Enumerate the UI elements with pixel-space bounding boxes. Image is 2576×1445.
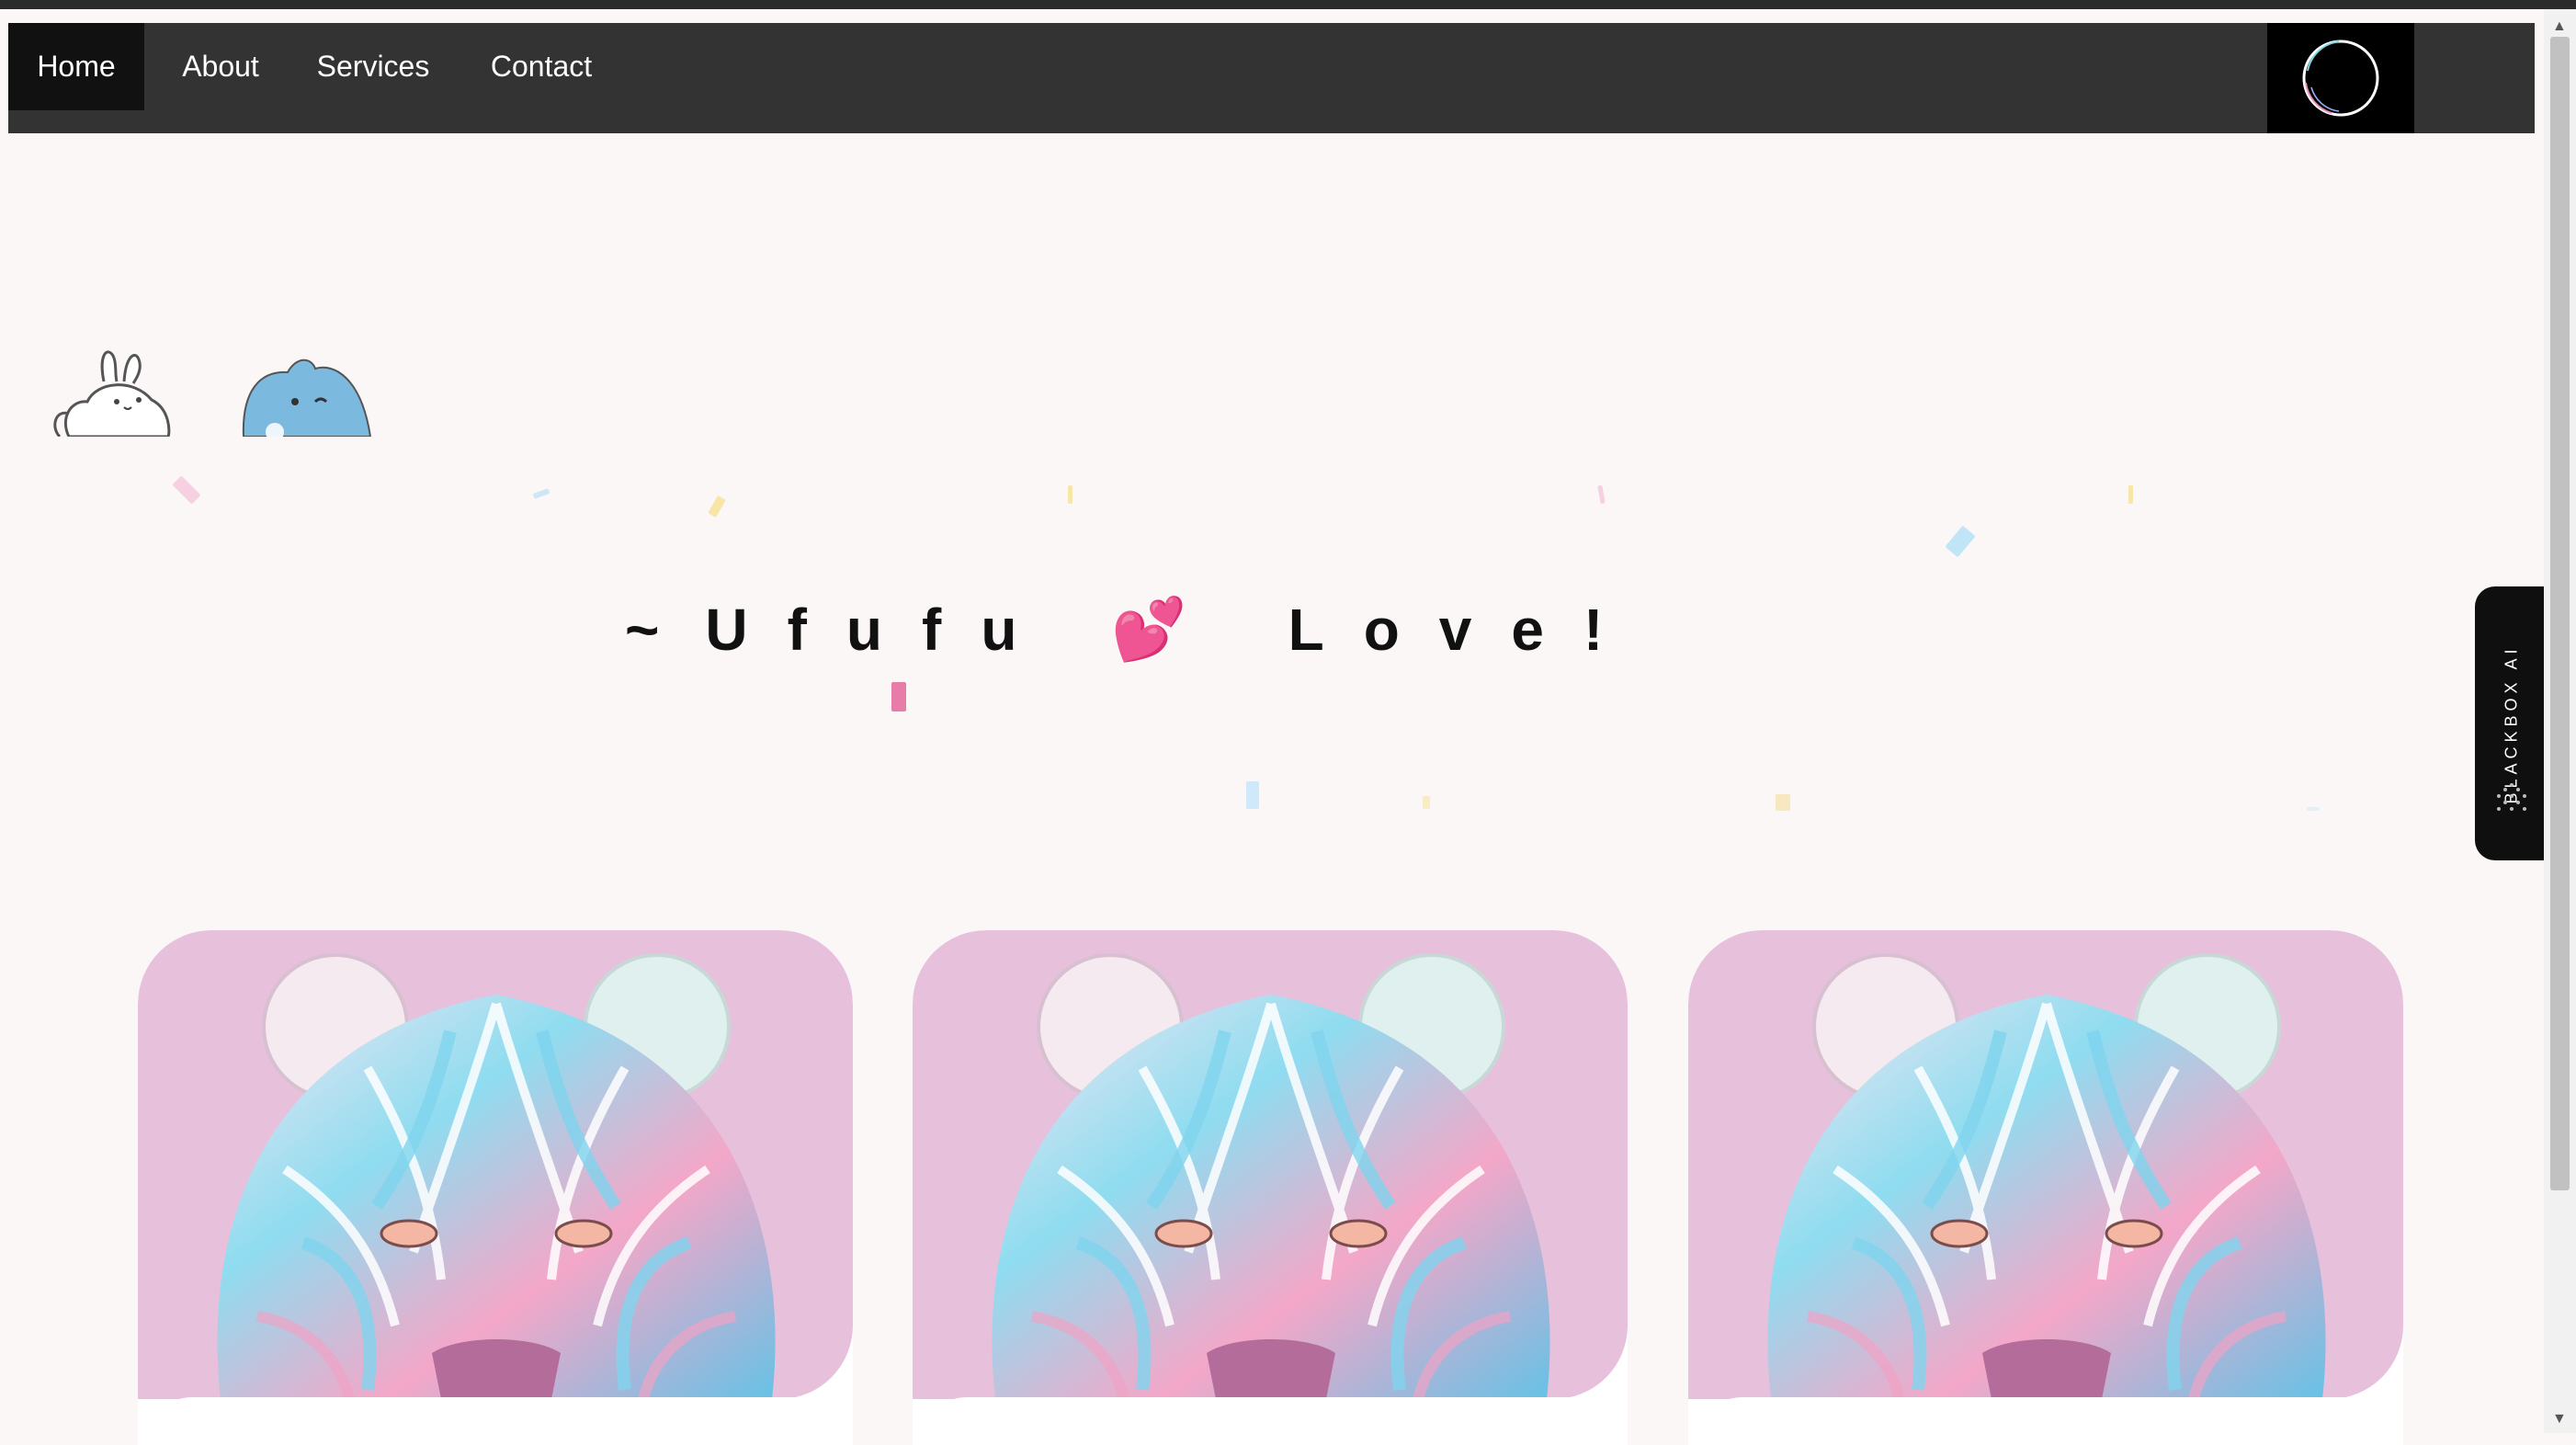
cat-mascot [242, 358, 372, 437]
hero-title: ~ Ufufu 💕 Love! [625, 588, 1642, 671]
nav-services[interactable]: Services [295, 23, 451, 110]
scroll-up-arrow-icon[interactable]: ▲ [2552, 18, 2567, 35]
confetti [1246, 781, 1259, 809]
confetti [1597, 484, 1606, 505]
confetti [172, 475, 201, 505]
confetti [1068, 485, 1072, 504]
pastel-bear-illustration [1767, 953, 2326, 1399]
confetti [2307, 807, 2320, 811]
scroll-thumb[interactable] [2550, 37, 2570, 1190]
confetti [708, 495, 726, 518]
page-scrollbar[interactable]: ▲ ▼ [2544, 9, 2576, 1433]
bunny-mascot [53, 350, 171, 437]
bear-card-image [138, 930, 853, 1399]
blackbox-ai-tab[interactable]: BLACKBOX AI [2475, 586, 2548, 860]
card-body [138, 1397, 853, 1445]
bear-card-2[interactable] [913, 930, 1628, 1445]
confetti [2128, 485, 2133, 504]
confetti [891, 682, 906, 711]
pastel-bear-illustration [217, 953, 776, 1399]
dots-grid-icon [2497, 783, 2526, 811]
pastel-bear-illustration [992, 953, 1550, 1399]
card-body [913, 1397, 1628, 1445]
heart-emoji: 💕 [1111, 595, 1187, 663]
bear-card-image [913, 930, 1628, 1399]
card-body [1688, 1397, 2403, 1445]
bear-card-3[interactable] [1688, 930, 2403, 1445]
title-word-ufufu: Ufufu [705, 597, 1057, 663]
nav-about[interactable]: About [160, 23, 281, 110]
title-tilde: ~ [625, 597, 660, 663]
title-word-love: Love! [1288, 597, 1643, 663]
nav-home[interactable]: Home [8, 23, 144, 110]
scroll-down-arrow-icon[interactable]: ▼ [2552, 1411, 2567, 1428]
circle-logo-icon [2302, 40, 2379, 117]
browser-top-strip [0, 0, 2576, 9]
logo[interactable] [2267, 23, 2414, 133]
confetti [1423, 796, 1430, 809]
confetti [532, 488, 550, 499]
bear-card-image [1688, 930, 2403, 1399]
navbar: Home About Services Contact [8, 23, 2535, 133]
bear-card-1[interactable] [138, 930, 853, 1445]
confetti [1945, 525, 1976, 558]
nav-contact[interactable]: Contact [468, 23, 615, 110]
confetti [1776, 794, 1790, 811]
